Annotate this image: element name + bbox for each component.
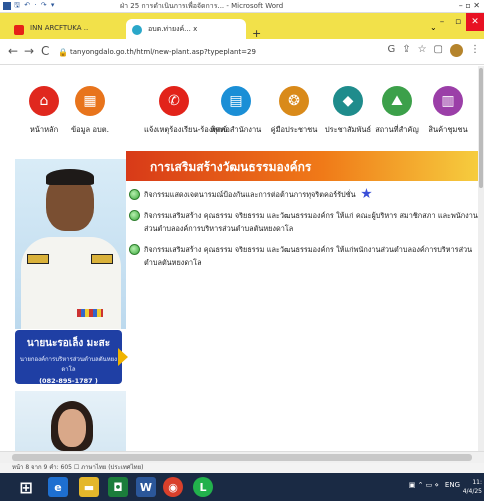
system-tray: ▣ ⌃ ▭ ⋄ ENG [409,481,460,489]
left-sidebar: นายนะรอเล็ง มะสะ นายกองค์การบริหารส่วนตำ… [15,159,128,463]
reload-button[interactable]: C [41,44,49,58]
youtube-favicon-icon [14,25,24,35]
bookmark-star-icon[interactable]: ☆ [418,44,427,57]
browser-navbar: ← → C 🔒 tanyongdalo.go.th/html/new-plant… [0,39,484,65]
quick-access-toolbar[interactable]: 🖫 ↶ · ↷ ▾ [14,1,55,12]
line-icon[interactable]: L [193,477,213,497]
edge-icon[interactable]: e [48,477,68,497]
minimize-button[interactable]: – [434,13,450,31]
word-icon[interactable]: W [136,477,156,497]
chrome-icon[interactable]: ◉ [163,477,183,497]
word-titlebar: 🖫 ↶ · ↷ ▾ ฝ่า 25 การดำเนินการเพื่อจัดการ… [0,0,484,13]
menu-item-label: ติดต่อสำนักงาน [210,125,262,134]
tab-1-label: INN ARCFTUKA .. [30,24,89,32]
profile-avatar[interactable] [450,44,463,57]
menu-item-info[interactable]: ▦ ข้อมูล อบต. [60,86,120,136]
list-item[interactable]: กิจกรรมเสริมสร้าง คุณธรรม จริยธรรม และวั… [129,243,481,269]
tab-2-active[interactable]: อบต.ท่ายงค์... x [126,19,246,39]
menu-item-label: คู่มือประชาชน [270,125,318,134]
web-page: ⌂ หน้าหลัก ▦ ข้อมูล อบต. ✆ แจ้งเหตุร้องเ… [0,66,484,463]
browser-tabstrip: INN ARCFTUKA .. อบต.ท่ายงค์... x + ⌄ – ▫… [0,13,484,40]
share-icon[interactable]: ⇪ [402,44,410,57]
list-item[interactable]: กิจกรรมเสริมสร้าง คุณธรรม จริยธรรม และวั… [129,209,481,235]
menu-item-complaint[interactable]: ✆ แจ้งเหตุร้องเรียน-ร้องทุกข์ [144,86,228,136]
word-window-buttons[interactable]: – ▫ ✕ [459,1,480,10]
site-favicon-icon [132,25,142,35]
new-star-icon [361,188,372,199]
chief-position: นายกองค์การบริหารส่วนตำบลตันหยงดาโล [19,356,118,373]
store-icon[interactable]: ◘ [108,477,128,497]
forward-button[interactable]: → [24,44,34,58]
bullet-icon [129,210,140,221]
language-indicator[interactable]: ENG [445,481,460,489]
list-item-link[interactable]: กิจกรรมเสริมสร้าง คุณธรรม จริยธรรม และวั… [144,245,472,267]
clock-date: 4/4/25 [462,488,482,495]
content-panel: การเสริมสร้างวัฒนธรรมองค์กร กิจกรรมแสดงเ… [126,151,484,463]
chief-photo [15,159,126,329]
chief-name: นายนะรอเล็ง มะสะ [26,338,111,349]
browser-window-buttons: – ▫ ✕ [434,13,484,33]
menu-item-label: ข้อมูล อบต. [70,125,110,134]
tray-icons[interactable]: ▣ ⌃ ▭ ⋄ [409,481,439,489]
book-icon: ❂ [279,86,309,116]
taskbar: ⊞ e ▬ ◘ W ◉ L ▣ ⌃ ▭ ⋄ ENG 11: 4/4/25 [0,473,484,501]
back-button[interactable]: ← [8,44,18,58]
menu-item-label: สินค้าชุมชน [428,125,468,134]
close-button[interactable]: ✕ [466,13,484,31]
landscape-icon: ⛰ [382,86,412,116]
browser-toolbar-icons: G ⇪ ☆ ▢ ⋮ [387,44,480,57]
maximize-button[interactable]: ▫ [450,13,466,31]
chief-namecard[interactable]: นายนะรอเล็ง มะสะ นายกองค์การบริหารส่วนตำ… [15,330,128,385]
building-icon: ▦ [75,86,105,116]
section-title: การเสริมสร้างวัฒนธรรมองค์กร [150,160,312,174]
shop-icon: ▥ [433,86,463,116]
file-explorer-icon[interactable]: ▬ [79,477,99,497]
chief-phone: (082-895-1787 ) [39,377,98,385]
main-menu: ⌂ หน้าหลัก ▦ ข้อมูล อบต. ✆ แจ้งเหตุร้องเ… [0,86,484,156]
start-windows-icon[interactable]: ⊞ [16,477,36,497]
url-text: tanyongdalo.go.th/html/new-plant.asp?typ… [70,48,256,56]
section-header: การเสริมสร้างวัฒนธรรมองค์กร [126,151,484,181]
horizontal-scrollbar[interactable] [0,451,484,463]
tab-2-label: อบต.ท่ายงค์... x [148,25,198,33]
word-status-bar: หน้า 8 จาก 9 คำ: 605 ☐ ภาษาไทย (ประเทศไท… [0,463,484,473]
menu-item-products[interactable]: ▥ สินค้าชุมชน [418,86,478,136]
word-window-title: ฝ่า 25 การดำเนินการเพื่อจัดการ... - Micr… [120,2,284,10]
word-icon [3,2,11,10]
phone-icon: ✆ [159,86,189,116]
sidepanel-icon[interactable]: ▢ [434,44,443,57]
menu-item-contact[interactable]: ▤ ติดต่อสำนักงาน [206,86,266,136]
menu-kebab-icon[interactable]: ⋮ [470,44,480,57]
menu-item-label: แจ้งเหตุร้องเรียน-ร้องทุกข์ [144,125,228,134]
vertical-scrollbar[interactable] [478,66,484,463]
bullet-icon [129,189,140,200]
address-bar[interactable]: 🔒 tanyongdalo.go.th/html/new-plant.asp?t… [58,45,388,60]
droplet-icon: ◆ [333,86,363,116]
list-item-link[interactable]: กิจกรรมแสดงเจตนารมณ์ป้องกันและการต่อต้าน… [144,190,356,199]
google-icon[interactable]: G [387,44,395,57]
lock-icon[interactable]: 🔒 [58,45,68,60]
clock[interactable]: 11: 4/4/25 [463,478,482,496]
list-item-link[interactable]: กิจกรรมเสริมสร้าง คุณธรรม จริยธรรม และวั… [144,211,478,233]
bullet-icon [129,244,140,255]
tab-1[interactable]: INN ARCFTUKA .. [8,19,124,39]
activity-list: กิจกรรมแสดงเจตนารมณ์ป้องกันและการต่อต้าน… [129,188,481,277]
list-item[interactable]: กิจกรรมแสดงเจตนารมณ์ป้องกันและการต่อต้าน… [129,188,481,201]
office-icon: ▤ [221,86,251,116]
clock-time: 11: [472,479,482,486]
menu-item-manual[interactable]: ❂ คู่มือประชาชน [264,86,324,136]
home-icon: ⌂ [29,86,59,116]
